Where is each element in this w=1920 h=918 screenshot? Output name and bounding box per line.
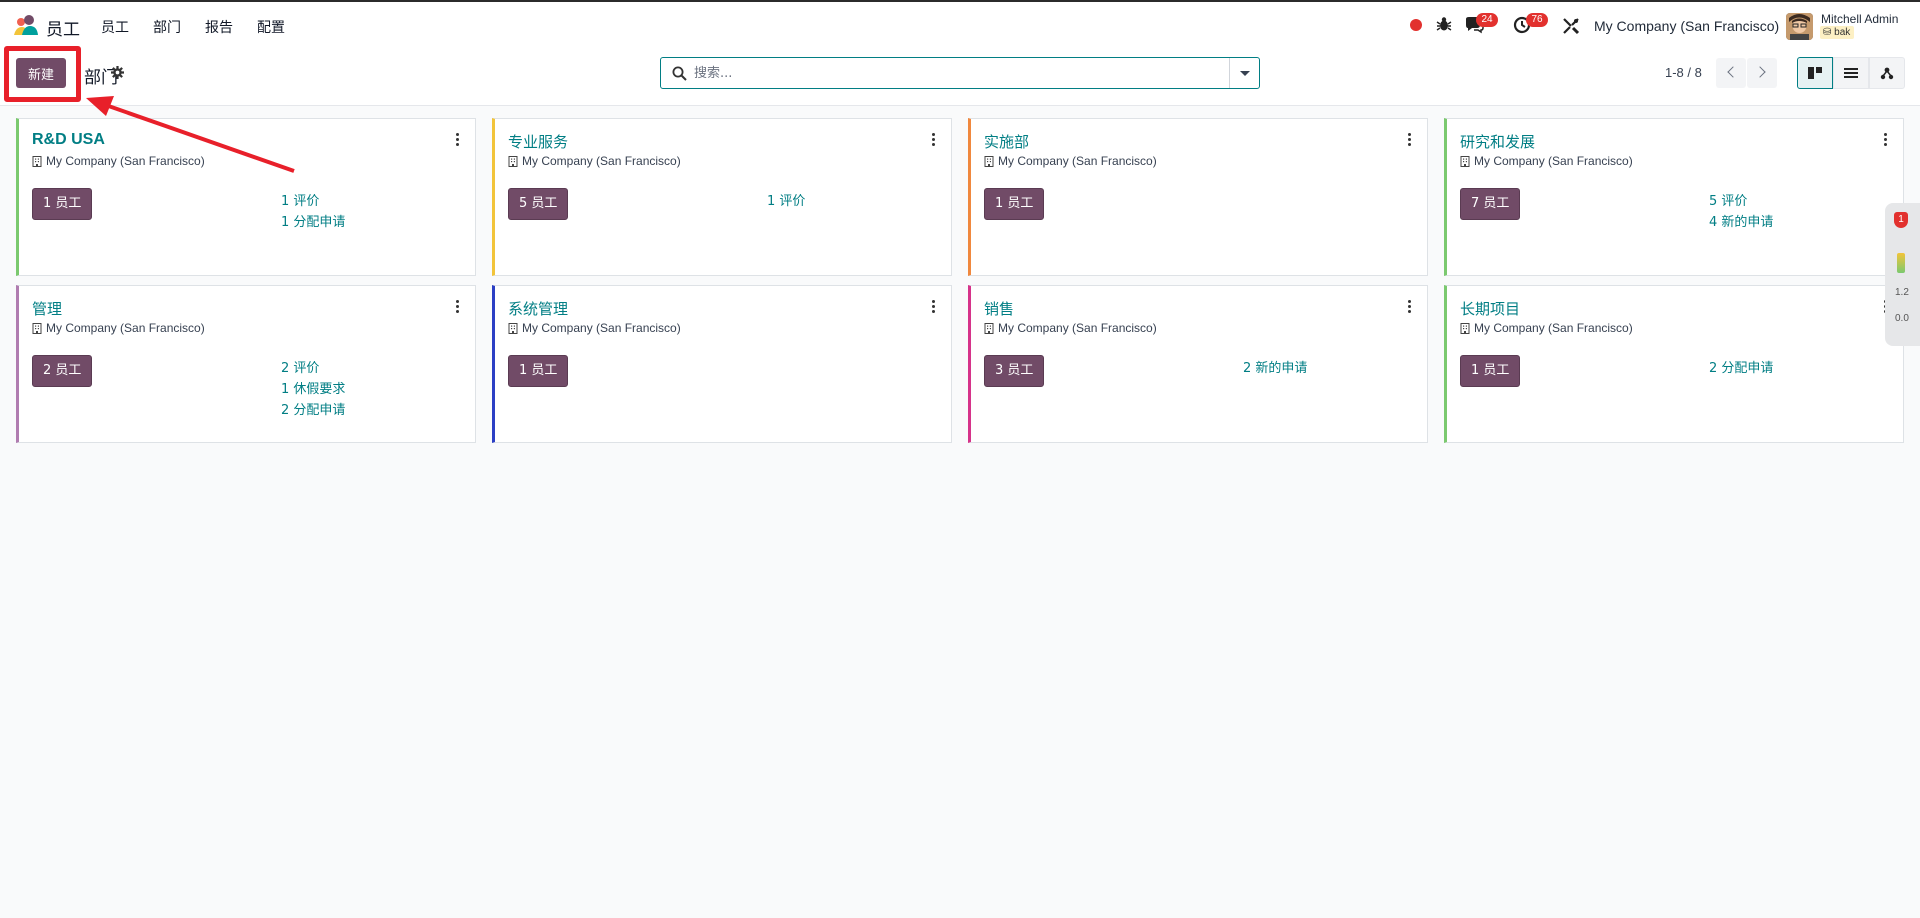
department-stat-link[interactable]: 2 评价 <box>281 357 319 376</box>
department-card[interactable]: 管理 My Company (San Francisco) 2 员工 2 评价 1 休假… <box>16 285 476 443</box>
department-stat-link[interactable]: 2 分配申请 <box>1709 357 1773 376</box>
department-stat-link[interactable]: 2 分配申请 <box>281 399 345 418</box>
department-stat-link[interactable]: 1 评价 <box>767 190 805 209</box>
department-card[interactable]: 销售 My Company (San Francisco) 3 员工 2 新的申请 <box>968 285 1428 443</box>
department-card[interactable]: 专业服务 My Company (San Francisco) 5 员工 1 评价 <box>492 118 952 276</box>
search-bar <box>660 57 1260 89</box>
card-menu-icon[interactable] <box>932 133 936 147</box>
department-card[interactable]: 实施部 My Company (San Francisco) 1 员工 <box>968 118 1428 276</box>
list-view-icon <box>1844 68 1858 78</box>
database-tag: ⛁ bak <box>1820 26 1855 39</box>
department-company: My Company (San Francisco) <box>46 321 205 335</box>
menu-configuration[interactable]: 配置 <box>257 17 285 37</box>
building-icon <box>984 323 994 334</box>
department-company: My Company (San Francisco) <box>522 321 681 335</box>
search-input[interactable] <box>694 61 1214 85</box>
department-stat-link[interactable]: 4 新的申请 <box>1709 211 1773 230</box>
department-name[interactable]: 管理 <box>32 298 62 319</box>
department-company: My Company (San Francisco) <box>46 154 205 168</box>
department-company: My Company (San Francisco) <box>522 154 681 168</box>
department-name[interactable]: 系统管理 <box>508 298 568 319</box>
menu-departments[interactable]: 部门 <box>153 17 181 37</box>
employees-button[interactable]: 1 员工 <box>1460 355 1521 387</box>
building-icon <box>32 156 42 167</box>
pager-previous-button[interactable] <box>1716 58 1746 88</box>
department-name[interactable]: 研究和发展 <box>1460 131 1535 152</box>
employees-button[interactable]: 7 员工 <box>1460 188 1521 220</box>
building-icon <box>984 156 994 167</box>
annotation-highlight-box <box>4 46 81 102</box>
building-icon <box>1460 156 1470 167</box>
debug-icon[interactable] <box>1436 16 1452 32</box>
card-menu-icon[interactable] <box>932 300 936 314</box>
department-stat-link[interactable]: 2 新的申请 <box>1243 357 1307 376</box>
card-menu-icon[interactable] <box>456 133 460 147</box>
kanban-view-icon <box>1808 67 1822 79</box>
database-name: bak <box>1834 27 1851 38</box>
employees-button[interactable]: 5 员工 <box>508 188 569 220</box>
building-icon <box>32 323 42 334</box>
developer-tools-icon[interactable] <box>1562 17 1580 35</box>
employees-button[interactable]: 1 员工 <box>32 188 93 220</box>
building-icon <box>508 323 518 334</box>
building-icon <box>508 156 518 167</box>
employees-button[interactable]: 3 员工 <box>984 355 1045 387</box>
department-company: My Company (San Francisco) <box>998 154 1157 168</box>
chevron-right-icon <box>1754 66 1766 78</box>
department-stat-link[interactable]: 1 评价 <box>281 190 319 209</box>
department-name[interactable]: 长期项目 <box>1460 298 1520 319</box>
chevron-left-icon <box>1727 66 1739 78</box>
pager-next-button[interactable] <box>1747 58 1777 88</box>
card-menu-icon[interactable] <box>1408 300 1412 314</box>
activities-count-badge: 76 <box>1526 13 1548 27</box>
employees-app-icon[interactable] <box>12 13 40 37</box>
main-menu: 员工 部门 报告 配置 <box>101 17 309 37</box>
department-stat-link[interactable]: 5 评价 <box>1709 190 1747 209</box>
view-kanban-button[interactable] <box>1797 57 1833 89</box>
department-stat-link[interactable]: 1 休假要求 <box>281 378 345 397</box>
navbar: 员工 员工 部门 报告 配置 24 76 My Company (San Fra… <box>0 2 1920 48</box>
app-name[interactable]: 员工 <box>46 15 80 40</box>
gear-icon[interactable] <box>111 66 124 79</box>
pager-value[interactable]: 1-8 / 8 <box>1665 65 1702 80</box>
view-hierarchy-button[interactable] <box>1869 57 1905 89</box>
department-name[interactable]: 专业服务 <box>508 131 568 152</box>
search-icon <box>672 66 687 81</box>
employees-button[interactable]: 1 员工 <box>508 355 569 387</box>
view-list-button[interactable] <box>1833 57 1869 89</box>
search-options-toggle[interactable] <box>1229 58 1259 88</box>
menu-employees[interactable]: 员工 <box>101 17 129 37</box>
download-speed: 0.0 <box>1895 313 1909 324</box>
department-card[interactable]: R&D USA My Company (San Francisco) 1 员工 1 评… <box>16 118 476 276</box>
usage-bar-icon <box>1897 253 1905 273</box>
department-card[interactable]: 系统管理 My Company (San Francisco) 1 员工 <box>492 285 952 443</box>
department-card[interactable]: 长期项目 My Company (San Francisco) 1 员工 2 分配申请 <box>1444 285 1904 443</box>
record-status-icon[interactable] <box>1410 19 1422 31</box>
card-menu-icon[interactable] <box>1408 133 1412 147</box>
department-name[interactable]: 销售 <box>984 298 1014 319</box>
department-company: My Company (San Francisco) <box>998 321 1157 335</box>
employees-button[interactable]: 1 员工 <box>984 188 1045 220</box>
user-avatar[interactable] <box>1786 13 1813 40</box>
department-card[interactable]: 研究和发展 My Company (San Francisco) 7 员工 5 评价 4… <box>1444 118 1904 276</box>
card-menu-icon[interactable] <box>456 300 460 314</box>
department-stat-link[interactable]: 1 分配申请 <box>281 211 345 230</box>
company-switcher[interactable]: My Company (San Francisco) <box>1594 18 1779 34</box>
department-name[interactable]: 实施部 <box>984 131 1029 152</box>
menu-reports[interactable]: 报告 <box>205 17 233 37</box>
department-name[interactable]: R&D USA <box>32 131 105 149</box>
card-menu-icon[interactable] <box>1884 133 1888 147</box>
shield-badge-icon: 1 <box>1894 212 1908 228</box>
speed-monitor-widget[interactable]: 1 1.2 0.0 <box>1885 203 1920 346</box>
building-icon <box>1460 323 1470 334</box>
hierarchy-view-icon <box>1880 67 1894 80</box>
messages-count-badge: 24 <box>1476 13 1498 27</box>
department-company: My Company (San Francisco) <box>1474 321 1633 335</box>
employees-button[interactable]: 2 员工 <box>32 355 93 387</box>
upload-speed: 1.2 <box>1895 287 1909 298</box>
department-company: My Company (San Francisco) <box>1474 154 1633 168</box>
user-name[interactable]: Mitchell Admin <box>1821 12 1898 26</box>
